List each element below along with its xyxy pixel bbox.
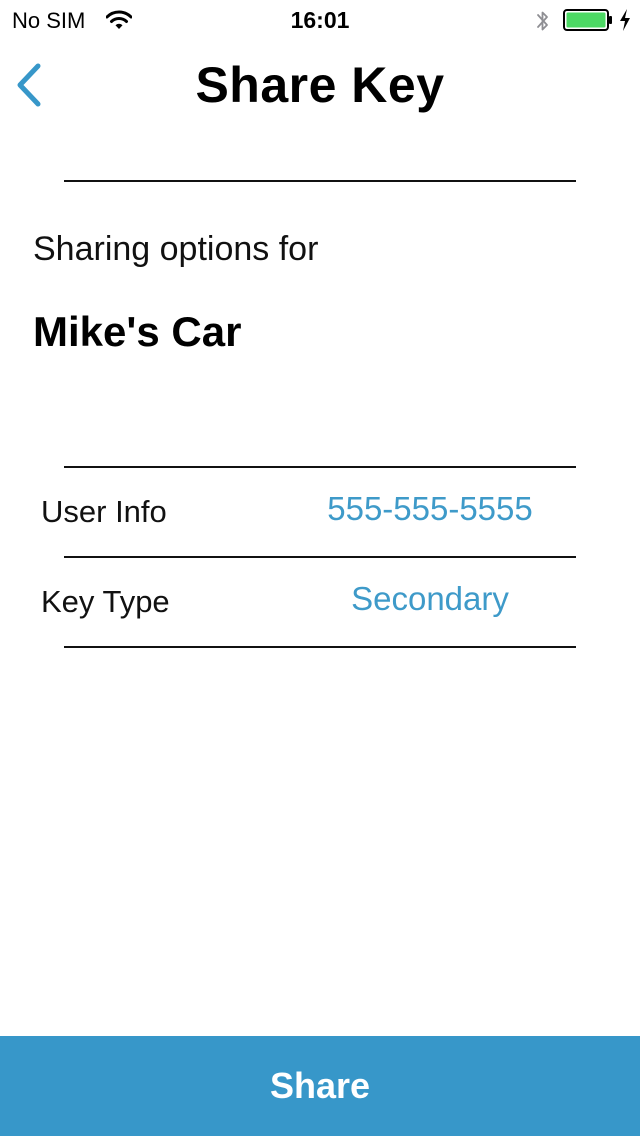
status-bar: No SIM 16:01 [0,0,640,40]
key-type-value[interactable]: Secondary [300,580,560,618]
options-bottom-divider [64,646,576,648]
charging-icon [620,9,630,31]
page-title: Share Key [195,57,445,113]
key-type-label: Key Type [41,584,170,619]
bluetooth-icon [537,11,548,31]
option-row-key-type[interactable]: Key Type Secondary [0,558,640,646]
vehicle-name: Mike's Car [33,308,242,355]
header-divider [64,180,576,182]
sharing-options-label: Sharing options for [33,230,319,268]
user-info-value[interactable]: 555-555-5555 [300,490,560,528]
user-info-label: User Info [41,494,167,529]
battery-icon [563,9,612,31]
share-button[interactable]: Share [0,1036,640,1136]
option-row-user-info[interactable]: User Info 555-555-5555 [0,468,640,556]
